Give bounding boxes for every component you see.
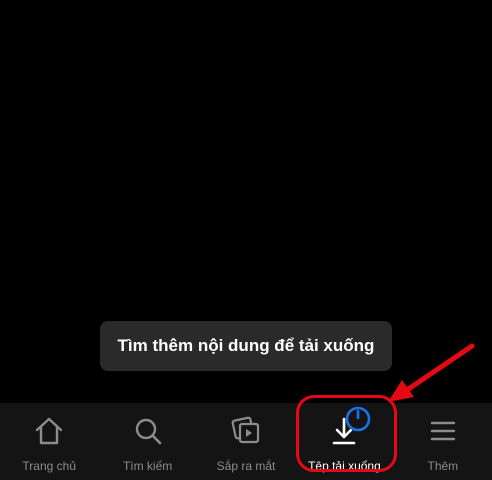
bottom-navigation: Trang chủ Tìm kiếm Sắp ra mắt Tệp tải xu… [0, 403, 492, 480]
app-screen: Tìm thêm nội dung để tải xuống Trang chủ… [0, 0, 492, 480]
nav-item-search[interactable]: Tìm kiếm [98, 403, 196, 480]
nav-label-home: Trang chủ [22, 459, 76, 473]
nav-label-downloads: Tệp tải xuống [308, 459, 381, 473]
home-icon [36, 417, 63, 445]
nav-label-more: Thêm [427, 459, 459, 473]
coming-soon-icon [231, 416, 260, 444]
search-icon [135, 418, 161, 445]
annotation-arrow-icon [388, 343, 475, 402]
toast-text: Tìm thêm nội dung để tải xuống [117, 336, 375, 355]
toast-message: Tìm thêm nội dung để tải xuống [100, 321, 392, 371]
nav-label-coming-soon: Sắp ra mắt [216, 459, 276, 473]
nav-item-coming-soon[interactable]: Sắp ra mắt [197, 403, 295, 480]
menu-icon [430, 421, 456, 441]
nav-label-search: Tìm kiếm [122, 459, 173, 473]
download-progress-icon [345, 406, 371, 432]
nav-item-more[interactable]: Thêm [394, 403, 492, 480]
nav-item-home[interactable]: Trang chủ [0, 403, 98, 480]
